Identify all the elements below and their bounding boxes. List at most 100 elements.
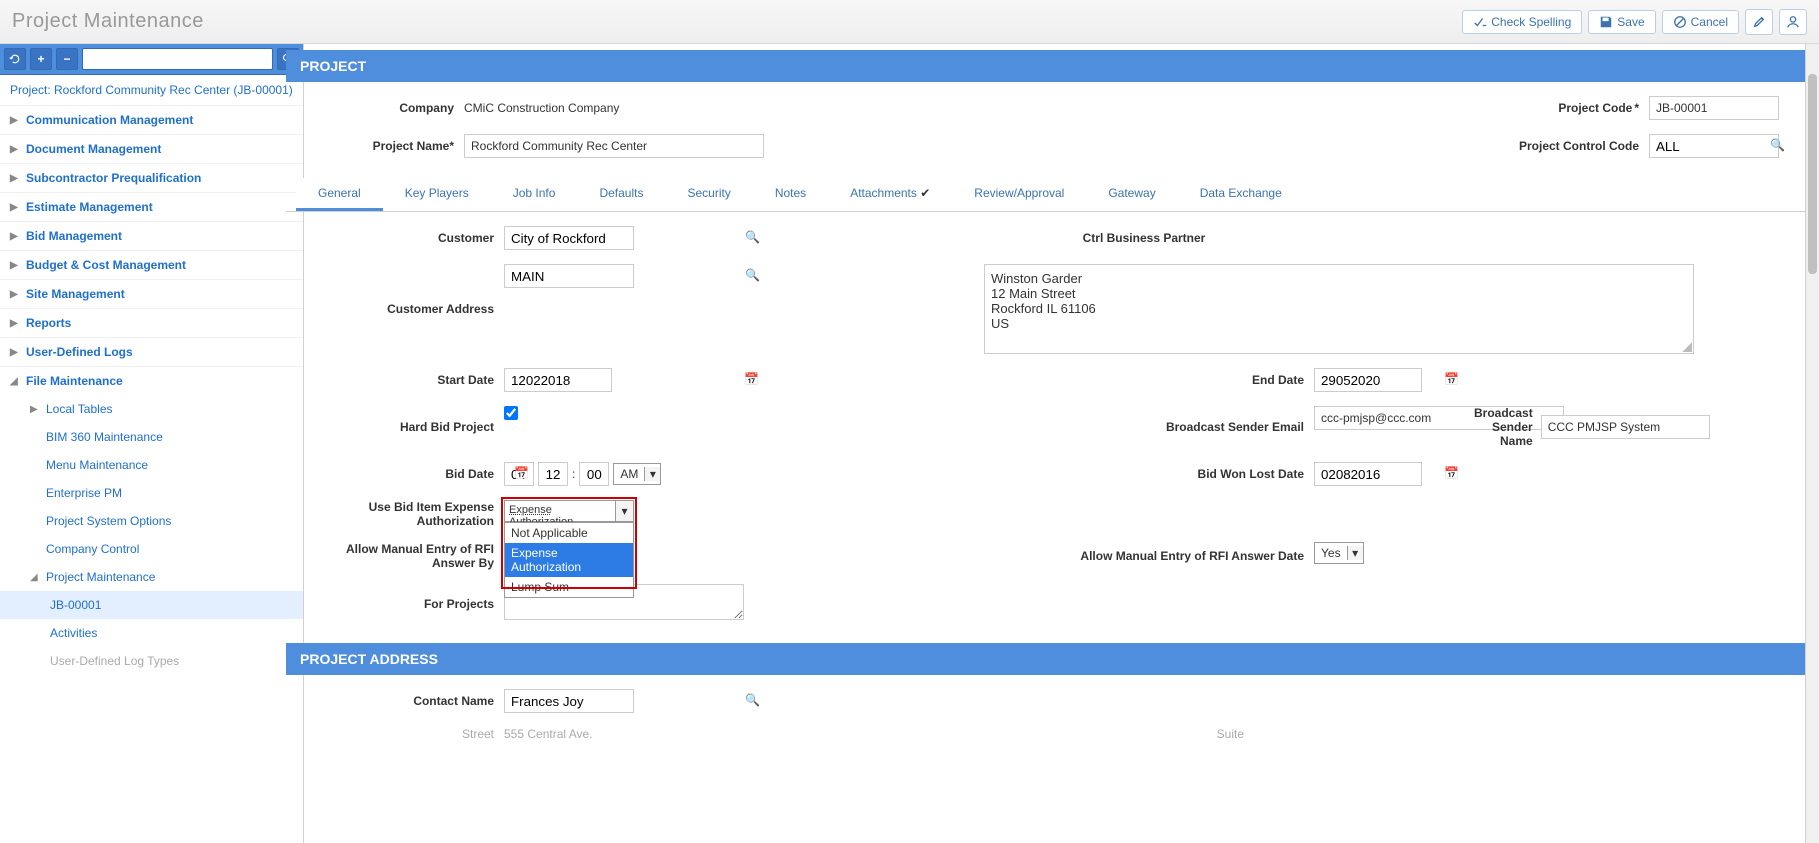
resize-handle-icon[interactable] xyxy=(1682,342,1692,352)
nav-budget-cost-management[interactable]: ▶Budget & Cost Management xyxy=(0,251,303,279)
nav-project-maintenance[interactable]: ◢Project Maintenance xyxy=(0,563,303,591)
cancel-button[interactable]: Cancel xyxy=(1662,10,1739,34)
bid-hour-input[interactable] xyxy=(538,462,568,486)
user-button[interactable] xyxy=(1779,9,1807,35)
nav-local-tables[interactable]: ▶Local Tables xyxy=(0,395,303,423)
nav-bid-management[interactable]: ▶Bid Management xyxy=(0,222,303,250)
content-area: PROJECT Company CMiC Construction Compan… xyxy=(280,44,1819,843)
hard-bid-checkbox[interactable] xyxy=(504,406,518,420)
search-icon: 🔍 xyxy=(745,693,760,707)
expense-option-expense-authorization[interactable]: Expense Authorization xyxy=(505,543,633,577)
caret-right-icon: ▶ xyxy=(10,173,20,184)
expense-auth-select[interactable]: Expense Authorization ▾ Not Applicable E… xyxy=(504,500,634,522)
end-date-field[interactable] xyxy=(1314,368,1422,392)
tab-key-players[interactable]: Key Players xyxy=(383,178,491,211)
ctrl-bp-label: Ctrl Business Partner xyxy=(984,231,1304,245)
caret-right-icon: ▶ xyxy=(30,404,40,415)
refresh-button[interactable] xyxy=(4,48,26,70)
customer-input[interactable] xyxy=(504,226,634,250)
tab-review-approval[interactable]: Review/Approval xyxy=(952,178,1086,211)
customer-address-input[interactable] xyxy=(504,264,634,288)
nav-enterprise-pm[interactable]: Enterprise PM xyxy=(0,479,303,507)
sidebar-search-input[interactable] xyxy=(82,48,273,70)
bid-wonlost-input[interactable]: 📅 xyxy=(1314,462,1464,486)
page-title: Project Maintenance xyxy=(12,10,204,33)
collapse-button[interactable]: − xyxy=(56,48,78,70)
customer-address-lookup[interactable]: 🔍 xyxy=(504,264,764,288)
tab-job-info[interactable]: Job Info xyxy=(491,178,578,211)
nav-reports[interactable]: ▶Reports xyxy=(0,309,303,337)
end-date-label: End Date xyxy=(984,373,1304,387)
nav-company-control[interactable]: Company Control xyxy=(0,535,303,563)
project-code-label: Project Code* xyxy=(1499,101,1639,115)
allow-rfi-date-select[interactable]: Yes▾ xyxy=(1314,542,1364,564)
nav-jb-00001[interactable]: JB-00001 xyxy=(0,591,303,619)
check-spelling-button[interactable]: Check Spelling xyxy=(1462,10,1582,34)
nav-user-defined-log-types[interactable]: User-Defined Log Types xyxy=(0,647,303,675)
bid-wonlost-field[interactable] xyxy=(1314,462,1422,486)
hard-bid-label: Hard Bid Project xyxy=(304,420,494,434)
start-date-input[interactable]: 📅 xyxy=(504,368,764,392)
tab-data-exchange[interactable]: Data Exchange xyxy=(1178,178,1304,211)
tab-defaults[interactable]: Defaults xyxy=(577,178,665,211)
contact-lookup[interactable]: 🔍 xyxy=(504,689,764,713)
start-date-field[interactable] xyxy=(504,368,612,392)
scrollbar-thumb[interactable] xyxy=(1808,74,1817,274)
nav-activities[interactable]: Activities xyxy=(0,619,303,647)
minus-icon: − xyxy=(63,52,70,66)
nav-file-maintenance[interactable]: ◢File Maintenance xyxy=(0,367,303,395)
nav-communication-management[interactable]: ▶Communication Management xyxy=(0,106,303,134)
caret-right-icon: ▶ xyxy=(10,260,20,271)
tab-gateway[interactable]: Gateway xyxy=(1086,178,1177,211)
project-code-input[interactable] xyxy=(1649,96,1779,120)
customer-lookup[interactable]: 🔍 xyxy=(504,226,764,250)
suite-label: Suite xyxy=(984,727,1244,741)
caret-right-icon: ▶ xyxy=(10,318,20,329)
broadcast-email-label: Broadcast Sender Email xyxy=(984,420,1304,434)
nav-project-system-options[interactable]: Project System Options xyxy=(0,507,303,535)
control-code-lookup[interactable]: 🔍 xyxy=(1649,134,1789,158)
nav-subcontractor-prequalification[interactable]: ▶Subcontractor Prequalification xyxy=(0,164,303,192)
refresh-icon xyxy=(9,53,21,65)
control-code-input[interactable] xyxy=(1649,134,1779,158)
expense-auth-dropdown: Not Applicable Expense Authorization Lum… xyxy=(504,522,634,598)
nav-menu-maintenance[interactable]: Menu Maintenance xyxy=(0,451,303,479)
nav-document-management[interactable]: ▶Document Management xyxy=(0,135,303,163)
caret-right-icon: ▶ xyxy=(10,289,20,300)
caret-down-icon: ◢ xyxy=(10,376,20,387)
tab-general[interactable]: General xyxy=(296,178,383,211)
caret-right-icon: ▶ xyxy=(10,202,20,213)
nav-estimate-management[interactable]: ▶Estimate Management xyxy=(0,193,303,221)
expand-button[interactable]: + xyxy=(30,48,52,70)
tab-notes[interactable]: Notes xyxy=(753,178,828,211)
nav-site-management[interactable]: ▶Site Management xyxy=(0,280,303,308)
calendar-icon: 📅 xyxy=(1444,466,1459,480)
check-icon: ✔ xyxy=(920,186,930,200)
nav-bim360[interactable]: BIM 360 Maintenance xyxy=(0,423,303,451)
project-link[interactable]: Project: Rockford Community Rec Center (… xyxy=(0,75,303,105)
address-textarea[interactable]: Winston Garder 12 Main Street Rockford I… xyxy=(984,264,1694,354)
tabs: General Key Players Job Info Defaults Se… xyxy=(286,178,1807,212)
tab-security[interactable]: Security xyxy=(665,178,752,211)
calendar-icon: 📅 xyxy=(744,372,759,386)
edit-button[interactable] xyxy=(1745,9,1773,35)
user-icon xyxy=(1786,15,1800,29)
project-name-label: Project Name* xyxy=(304,139,454,153)
use-bid-item-label: Use Bid Item Expense Authorization xyxy=(304,500,494,528)
nav-user-defined-logs[interactable]: ▶User-Defined Logs xyxy=(0,338,303,366)
contact-input[interactable] xyxy=(504,689,634,713)
caret-down-icon: ◢ xyxy=(30,572,40,583)
bid-date-input[interactable]: 📅 xyxy=(504,462,534,486)
project-name-input[interactable] xyxy=(464,134,764,158)
bid-min-input[interactable] xyxy=(579,462,609,486)
content-scrollbar[interactable] xyxy=(1805,44,1819,843)
expense-option-lump-sum[interactable]: Lump Sum xyxy=(505,577,633,597)
broadcast-name-input[interactable] xyxy=(1541,415,1710,439)
tab-attachments[interactable]: Attachments ✔ xyxy=(828,178,952,211)
bid-ampm-select[interactable]: AM▾ xyxy=(613,463,661,485)
expense-option-not-applicable[interactable]: Not Applicable xyxy=(505,523,633,543)
search-icon: 🔍 xyxy=(745,230,760,244)
cancel-icon xyxy=(1673,15,1687,29)
save-button[interactable]: Save xyxy=(1588,10,1655,34)
end-date-input[interactable]: 📅 xyxy=(1314,368,1464,392)
